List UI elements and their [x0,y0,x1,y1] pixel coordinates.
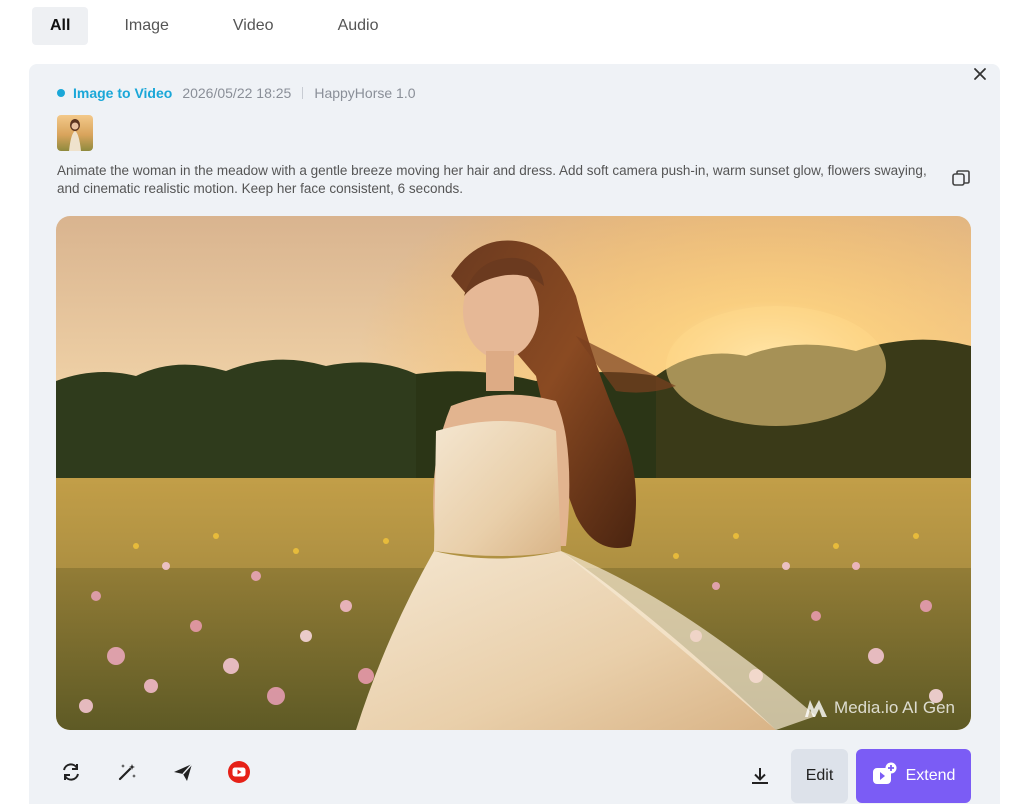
status-dot-icon [57,89,65,97]
prompt-text: Animate the woman in the meadow with a g… [57,163,927,196]
edit-button-label: Edit [805,767,834,784]
media-io-logo-icon [805,700,828,717]
generated-video-preview[interactable]: Media.io AI Gen [56,216,971,730]
extend-button-label: Extend [905,767,956,784]
edit-button[interactable]: Edit [791,749,848,803]
model-name: HappyHorse 1.0 [314,85,416,101]
magic-wand-icon[interactable] [115,760,139,784]
task-meta: Image to Video 2026/05/22 18:25 HappyHor… [57,85,416,101]
send-icon[interactable] [171,760,195,784]
youtube-icon[interactable] [227,760,251,784]
generation-card: Image to Video 2026/05/22 18:25 HappyHor… [29,64,1000,804]
extend-button[interactable]: Extend [856,749,971,803]
source-image-thumbnail[interactable] [57,115,93,151]
watermark: Media.io AI Gen [804,698,955,718]
tab-image[interactable]: Image [96,7,196,45]
filter-tabs: All Image Video Audio [32,7,406,45]
tab-audio[interactable]: Audio [310,7,407,45]
task-date: 2026/05/22 18:25 [182,85,292,101]
copy-icon[interactable] [950,168,972,190]
task-type: Image to Video [73,85,173,101]
tab-all[interactable]: All [32,7,89,45]
action-bar [59,760,251,784]
watermark-text: Media.io AI Gen [834,698,955,717]
refresh-icon[interactable] [59,760,83,784]
close-icon[interactable] [972,66,988,82]
meta-divider [302,87,304,99]
download-icon[interactable] [749,765,771,787]
tab-video[interactable]: Video [205,7,302,45]
video-plus-icon [872,762,898,791]
